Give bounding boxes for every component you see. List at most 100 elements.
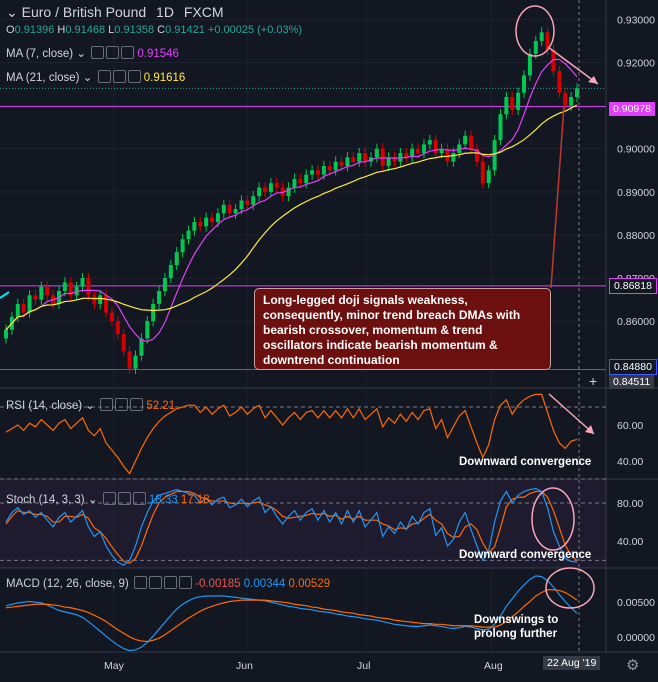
candle-body-59 [351,157,356,162]
price-tag-lower: 0.84880 [609,359,657,375]
candle-body-81 [480,161,485,184]
candle-body-54 [321,165,326,175]
stoch-tick-label-0: 80.00 [617,498,643,510]
candle-body-24 [145,321,150,339]
rsi-tick-label-1: 40.00 [617,456,643,468]
candle-body-90 [533,40,538,54]
ma21-label: MA (21, close) [6,72,80,84]
settings-gear-icon[interactable]: ⚙ [626,656,639,674]
candle-body-89 [527,53,532,76]
candle-body-53 [315,170,320,175]
chevron-down-icon[interactable]: ⌄ [88,494,98,506]
low-value: 0.91358 [114,24,155,36]
gear-icon[interactable] [148,576,162,589]
candle-body-34 [204,217,209,227]
candle-body-22 [133,355,138,369]
candle-body-97 [575,88,579,97]
analysis-annotation-box: Long-legged doji signals weakness, conse… [254,288,551,370]
symbol-header: ⌄ Euro / British Pound 1D FXCM [6,4,224,21]
candle-body-72 [427,140,432,145]
stoch-d-value: 17.18 [180,494,210,506]
price-tick-label-1: 0.92000 [617,58,655,70]
candle-body-14 [86,278,91,296]
candle-body-36 [215,213,220,223]
chevron-down-icon[interactable]: ⌄ [83,72,93,84]
eye-icon[interactable] [102,492,116,505]
rsi-label: RSI (14, close) [6,400,83,412]
candle-body-25 [151,303,156,322]
close-icon[interactable] [178,576,192,589]
eye-icon[interactable] [133,576,147,589]
candle-body-50 [298,178,303,184]
candle-body-33 [198,222,203,227]
candle-body-35 [210,217,215,223]
rsi-value: 52.21 [146,400,176,412]
candle-body-28 [168,265,173,279]
candle-body-91 [539,32,544,41]
macd-legend[interactable]: MACD (12, 26, close, 9) -0.00185 0.00344… [6,576,330,590]
candle-body-57 [339,161,344,166]
price-tick-label-7: 0.86000 [617,316,655,328]
close-icon[interactable] [127,70,141,83]
x-tick-jun: Jun [236,660,253,672]
candle-body-55 [327,165,332,171]
macd-annotation-line2: prolong further [474,628,558,640]
rsi-tick-label-0: 60.00 [617,420,643,432]
close-icon[interactable] [130,398,144,411]
symbol-name[interactable]: Euro / British Pound [22,4,147,20]
candle-body-17 [104,295,109,313]
crosshair-plus-icon[interactable]: + [589,373,597,389]
gear-icon[interactable] [115,398,129,411]
candle-body-3 [21,303,26,313]
macd-signal-value: 0.00529 [288,578,331,590]
chevron-down-icon[interactable]: ⌄ [85,400,95,412]
close-icon[interactable] [121,46,135,59]
chevron-down-icon[interactable]: ⌄ [76,48,86,60]
ma7-legend[interactable]: MA (7, close) ⌄ 0.91546 [6,46,179,60]
candle-body-41 [245,200,250,205]
stoch-legend[interactable]: Stoch (14, 3, 3) ⌄ 18.33 17.18 [6,492,210,506]
rsi-legend[interactable]: RSI (14, close) ⌄ 52.21 [6,398,175,412]
candle-body-18 [109,312,114,322]
stoch-tick-label-1: 40.00 [617,536,643,548]
candle-body-38 [227,204,232,214]
candle-body-65 [386,157,391,166]
candle-body-30 [180,239,185,253]
candle-body-15 [92,295,97,304]
candle-body-44 [263,187,268,192]
candle-body-64 [380,148,385,166]
eye-icon[interactable] [100,398,114,411]
change-value: +0.00025 (+0.03%) [207,24,303,36]
candle-body-4 [27,295,32,313]
stoch-k-value: 18.33 [148,494,178,506]
candle-body-0 [4,329,8,339]
gear-icon[interactable] [117,492,131,505]
candle-body-71 [421,144,426,154]
macd-line-value: 0.00344 [243,578,286,590]
source-icon[interactable] [163,576,177,589]
gear-icon[interactable] [106,46,120,59]
candle-body-39 [233,209,238,214]
gear-icon[interactable] [112,70,126,83]
close-icon[interactable] [132,492,146,505]
candle-body-52 [310,170,315,175]
rsi-annotation: Downward convergence [459,456,592,468]
candle-body-10 [62,282,67,291]
candle-body-31 [186,230,191,240]
candle-body-49 [292,178,297,188]
candle-body-29 [174,252,179,266]
candle-body-94 [557,71,562,93]
collapse-chevron-icon[interactable]: ⌄ [6,4,18,20]
candle-body-19 [115,321,120,335]
interval[interactable]: 1D [156,4,174,20]
open-label: O [6,24,15,36]
ma21-legend[interactable]: MA (21, close) ⌄ 0.91616 [6,70,185,84]
open-value: 0.91396 [14,24,55,36]
chart-stage[interactable]: 0.930000.920000.910000.900000.890000.880… [0,0,658,677]
eye-icon[interactable] [97,70,111,83]
eye-icon[interactable] [91,46,105,59]
ma7-value: 0.91546 [137,48,179,60]
ma21-value: 0.91616 [143,72,186,84]
candle-body-85 [504,97,509,115]
date-tag: 22 Aug '19 [543,656,601,670]
